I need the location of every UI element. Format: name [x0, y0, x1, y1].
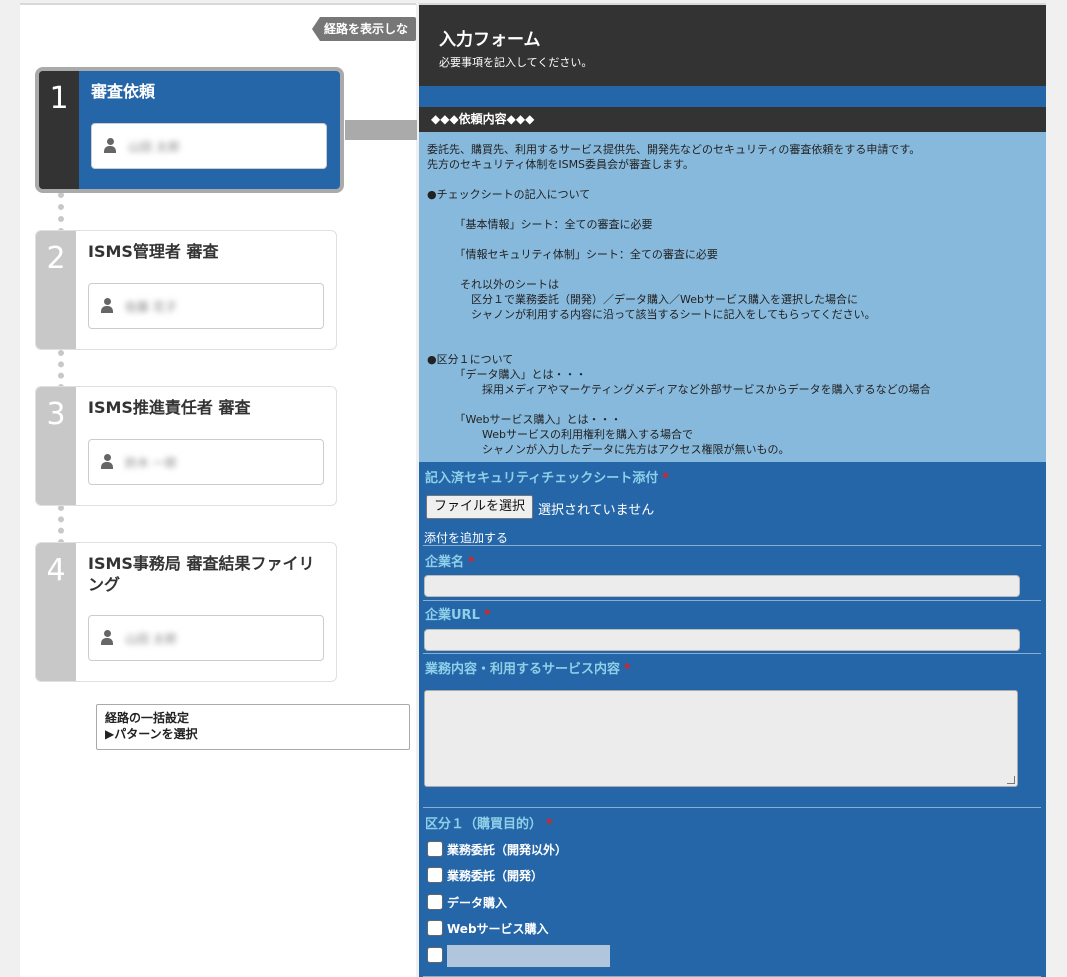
route-pattern-selector[interactable]: 経路の一括設定 ▶パターンを選択: [96, 704, 410, 750]
field-divider: [423, 653, 1041, 654]
category-label: 区分１（購買目的） *: [425, 813, 553, 832]
approver-field[interactable]: 鈴木 一郎: [88, 439, 324, 485]
user-icon: [101, 630, 113, 646]
route-step-3[interactable]: 3 ISMS推進責任者 審査 鈴木 一郎: [35, 386, 337, 506]
checkbox-label: 業務委託（開発以外）: [447, 843, 568, 857]
file-status: 選択されていません: [538, 503, 655, 518]
step-number: 3: [36, 387, 76, 505]
company-url-input[interactable]: [424, 629, 1020, 651]
route-pattern-title: 経路の一括設定: [105, 711, 190, 725]
approver-name: 山田 太郎: [125, 632, 177, 646]
add-attachment-link[interactable]: 添付を追加する: [424, 529, 508, 546]
field-divider: [423, 600, 1041, 601]
form-header: 入力フォーム 必要事項を記入してください。: [419, 5, 1046, 86]
required-mark: *: [662, 471, 670, 486]
step-number: 4: [36, 543, 76, 681]
required-mark: *: [546, 817, 553, 832]
attachment-label-text: 記入済セキュリティチェックシート添付: [425, 471, 659, 486]
form-subtitle: 必要事項を記入してください。: [439, 56, 593, 69]
request-description: 委託先、購買先、利用するサービス提供先、開発先などのセキュリティの審査依頼をする…: [419, 132, 1046, 462]
step-title: ISMS管理者 審査: [88, 242, 219, 261]
route-panel: 経路を表示しない 1 審査依頼 山田 太郎 2 ISMS管理者 審査 佐藤 花子…: [20, 3, 417, 977]
approver-field[interactable]: 山田 太郎: [88, 615, 324, 661]
required-mark: *: [624, 662, 631, 677]
field-divider: [423, 545, 1041, 546]
choose-file-button[interactable]: ファイルを選択: [426, 495, 534, 519]
route-pattern-link[interactable]: ▶パターンを選択: [105, 726, 401, 742]
step-title: ISMS事務局 審査結果ファイリング: [88, 554, 315, 594]
checkbox[interactable]: [427, 867, 443, 883]
workflow-screen: 経路を表示しない 1 審査依頼 山田 太郎 2 ISMS管理者 審査 佐藤 花子…: [0, 0, 1067, 977]
attachment-label: 記入済セキュリティチェックシート添付 *: [425, 467, 669, 486]
input-form-panel: 入力フォーム 必要事項を記入してください。 ◆◆◆依頼内容◆◆◆ 委託先、購買先…: [419, 3, 1046, 977]
request-section-heading: ◆◆◆依頼内容◆◆◆: [419, 107, 1046, 132]
approver-field[interactable]: 山田 太郎: [91, 123, 327, 169]
user-icon: [104, 138, 116, 154]
checkbox[interactable]: [427, 841, 443, 857]
form-title: 入力フォーム: [439, 30, 541, 50]
active-step-link: [345, 120, 417, 140]
step-number: 1: [39, 71, 79, 189]
business-content-textarea[interactable]: [424, 690, 1018, 787]
approver-name: 山田 太郎: [128, 140, 180, 154]
user-icon: [101, 298, 113, 314]
required-mark: *: [483, 608, 491, 623]
step-title: 審査依頼: [91, 82, 156, 101]
route-step-4[interactable]: 4 ISMS事務局 審査結果ファイリング 山田 太郎: [35, 542, 337, 682]
route-connector: [58, 505, 64, 545]
approver-name: 佐藤 花子: [125, 300, 177, 314]
route-connector: [58, 192, 64, 234]
resize-grip-icon[interactable]: [1007, 776, 1015, 784]
route-connector: [58, 350, 64, 390]
checkbox[interactable]: [427, 920, 443, 936]
company-name-input[interactable]: [424, 575, 1020, 597]
business-content-label-text: 業務内容・利用するサービス内容: [425, 662, 621, 677]
step-title: ISMS推進責任者 審査: [88, 398, 251, 417]
company-url-label: 企業URL *: [425, 604, 491, 623]
user-icon: [101, 454, 113, 470]
field-divider: [423, 807, 1041, 808]
category-label-text: 区分１（購買目的）: [425, 817, 543, 832]
business-content-label: 業務内容・利用するサービス内容 *: [425, 658, 631, 677]
approver-name: 鈴木 一郎: [125, 456, 177, 470]
checkbox[interactable]: [427, 894, 443, 910]
checkbox-label: 業務委託（開発）: [447, 869, 544, 883]
checkbox-label: データ購入: [447, 896, 508, 910]
approver-field[interactable]: 佐藤 花子: [88, 283, 324, 329]
route-step-2[interactable]: 2 ISMS管理者 審査 佐藤 花子: [35, 230, 337, 350]
category-other-input[interactable]: [447, 945, 610, 967]
company-label-text: 企業名: [425, 555, 465, 570]
checkbox[interactable]: [427, 947, 443, 963]
step-number: 2: [36, 231, 76, 349]
required-mark: *: [468, 555, 475, 570]
company-label: 企業名 *: [425, 551, 475, 570]
hide-route-button[interactable]: 経路を表示しない: [312, 17, 416, 41]
route-step-1[interactable]: 1 審査依頼 山田 太郎: [35, 67, 344, 193]
company-url-label-text: 企業URL: [425, 608, 480, 623]
checkbox-label: Webサービス購入: [447, 922, 549, 936]
